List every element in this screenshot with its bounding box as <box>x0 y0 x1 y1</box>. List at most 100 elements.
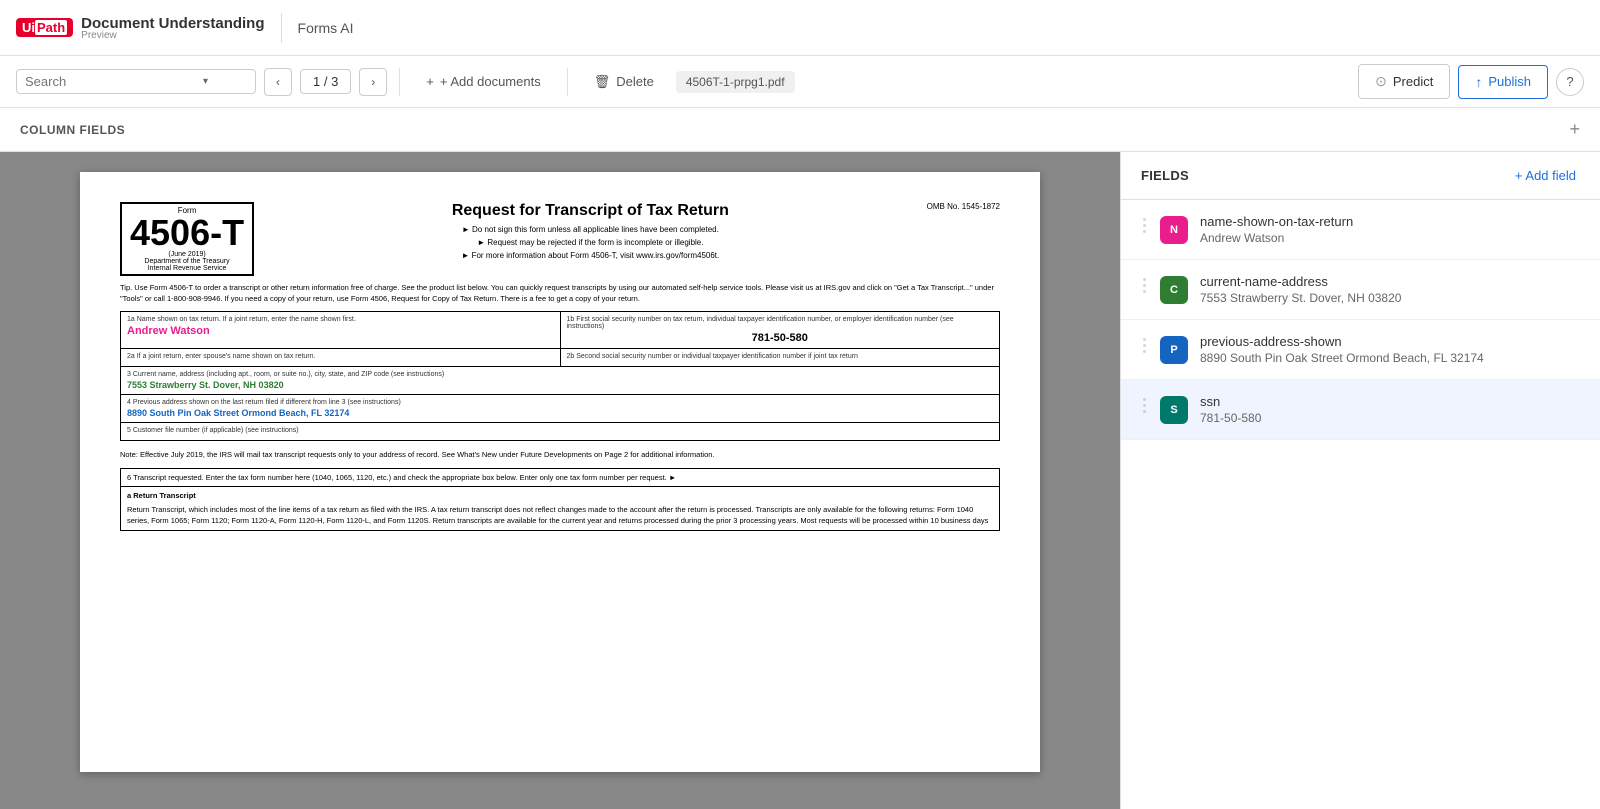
field-badge-prev-address: P <box>1160 336 1188 364</box>
add-field-label: + Add field <box>1515 168 1576 183</box>
field-address-label: current-name-address <box>1200 274 1580 289</box>
field-2b-label: 2b Second social security number or indi… <box>567 353 994 360</box>
drag-dot <box>1143 410 1146 413</box>
field-1a-label: 1a Name shown on tax return. If a joint … <box>127 316 554 323</box>
delete-label: Delete <box>616 74 654 89</box>
help-button[interactable]: ? <box>1556 68 1584 96</box>
field-name-value: Andrew Watson <box>1200 231 1580 245</box>
delete-icon: 🗑 <box>594 74 611 90</box>
field-item-ssn[interactable]: S ssn 781-50-580 <box>1121 380 1600 440</box>
field-item-name[interactable]: N name-shown-on-tax-return Andrew Watson <box>1121 200 1600 260</box>
field-prev-address-label: previous-address-shown <box>1200 334 1580 349</box>
inst3: ► For more information about Form 4506-T… <box>270 250 911 263</box>
drag-dot <box>1143 338 1146 341</box>
form-title: Request for Transcript of Tax Return <box>270 202 911 220</box>
field-badge-address: C <box>1160 276 1188 304</box>
field-5-wrapper: 5 Customer file number (if applicable) (… <box>120 422 1000 441</box>
separator-2 <box>567 68 568 96</box>
field-address-value: 7553 Strawberry St. Dover, NH 03820 <box>1200 291 1580 305</box>
field-info-ssn: ssn 781-50-580 <box>1200 394 1580 425</box>
add-documents-button[interactable]: + + Add documents <box>412 68 554 95</box>
add-docs-label: + Add documents <box>440 74 541 89</box>
logo-path-text: Path <box>35 20 67 35</box>
publish-icon: ↑ <box>1475 74 1482 90</box>
drag-dot <box>1143 290 1146 293</box>
column-fields-bar: COLUMN FIELDS + <box>0 108 1600 152</box>
column-fields-label: COLUMN FIELDS <box>20 123 125 137</box>
field-ssn-label: ssn <box>1200 394 1580 409</box>
drag-handle-ssn[interactable] <box>1141 394 1148 417</box>
panel-title: FIELDS <box>1141 168 1189 183</box>
field-5-label: 5 Customer file number (if applicable) (… <box>127 427 993 434</box>
add-docs-icon: + <box>426 74 434 89</box>
help-icon: ? <box>1566 74 1573 89</box>
search-container[interactable]: ▾ <box>16 69 256 94</box>
form-number-box: Form 4506-T (June 2019) Department of th… <box>120 202 254 276</box>
field-6a-wrapper: a Return Transcript Return Transcript, w… <box>120 487 1000 532</box>
form-instructions: ► Do not sign this form unless all appli… <box>270 224 911 262</box>
form-agency1: Department of the Treasury <box>130 258 244 265</box>
prev-page-button[interactable]: ‹ <box>264 68 292 96</box>
drag-handle-name[interactable] <box>1141 214 1148 237</box>
page-indicator: 1 / 3 <box>300 69 351 94</box>
field-info-address: current-name-address 7553 Strawberry St.… <box>1200 274 1580 305</box>
publish-button[interactable]: ↑ Publish <box>1458 65 1548 99</box>
field-6-label: 6 Transcript requested. Enter the tax fo… <box>127 473 993 482</box>
field-2a-label: 2a If a joint return, enter spouse's nam… <box>127 353 554 360</box>
field-4-label: 4 Previous address shown on the last ret… <box>127 399 993 406</box>
field-name-label: name-shown-on-tax-return <box>1200 214 1580 229</box>
field-prev-address-value: 8890 South Pin Oak Street Ormond Beach, … <box>1200 351 1580 365</box>
predict-button[interactable]: ⊙ Predict <box>1358 64 1450 99</box>
field-1a-value: Andrew Watson <box>127 325 554 337</box>
field-6-section: 6 Transcript requested. Enter the tax fo… <box>120 468 1000 487</box>
drag-handle-prev-address[interactable] <box>1141 334 1148 357</box>
field-item-prev-address[interactable]: P previous-address-shown 8890 South Pin … <box>1121 320 1600 380</box>
form-omb: OMB No. 1545-1872 <box>927 202 1000 211</box>
field-badge-ssn: S <box>1160 396 1188 424</box>
drag-handle-address[interactable] <box>1141 274 1148 297</box>
next-page-button[interactable]: › <box>359 68 387 96</box>
section-label: Forms AI <box>298 20 354 36</box>
field-2a: 2a If a joint return, enter spouse's nam… <box>121 349 561 366</box>
search-input[interactable] <box>25 74 195 89</box>
field-ssn-value: 781-50-580 <box>1200 411 1580 425</box>
field-item-address[interactable]: C current-name-address 7553 Strawberry S… <box>1121 260 1600 320</box>
field-info-name: name-shown-on-tax-return Andrew Watson <box>1200 214 1580 245</box>
filename-tag: 4506T-1-prpg1.pdf <box>676 71 795 93</box>
product-name-area: Document Understanding Preview <box>81 15 264 41</box>
logo-ui-text: Ui <box>22 20 35 35</box>
header-divider <box>281 13 282 43</box>
field-1a: 1a Name shown on tax return. If a joint … <box>121 312 561 348</box>
search-dropdown-icon[interactable]: ▾ <box>203 76 208 87</box>
field-6a-label: a Return Transcript <box>127 491 993 500</box>
drag-dot <box>1143 224 1146 227</box>
document-area: Form 4506-T (June 2019) Department of th… <box>0 152 1120 809</box>
field-1b-value: 781-50-580 <box>567 332 994 344</box>
separator-1 <box>399 68 400 96</box>
inst1: ► Do not sign this form unless all appli… <box>270 224 911 237</box>
field-4-wrapper: 4 Previous address shown on the last ret… <box>120 394 1000 422</box>
field-1b: 1b First social security number on tax r… <box>561 312 1000 348</box>
field-4-value: 8890 South Pin Oak Street Ormond Beach, … <box>127 408 993 418</box>
drag-dot <box>1143 398 1146 401</box>
field-3-value: 7553 Strawberry St. Dover, NH 03820 <box>127 380 993 390</box>
form-title-area: Request for Transcript of Tax Return ► D… <box>270 202 911 262</box>
field-row-1: 1a Name shown on tax return. If a joint … <box>120 311 1000 348</box>
field-2b: 2b Second social security number or indi… <box>561 349 1000 366</box>
add-field-button[interactable]: + Add field <box>1511 164 1580 187</box>
drag-dot <box>1143 350 1146 353</box>
drag-dot <box>1143 218 1146 221</box>
drag-dot <box>1143 344 1146 347</box>
logo-box: Ui Path <box>16 18 73 37</box>
delete-button[interactable]: 🗑 Delete <box>580 68 668 96</box>
main-content: Form 4506-T (June 2019) Department of th… <box>0 152 1600 809</box>
product-name: Document Understanding <box>81 15 264 32</box>
note-text: Note: Effective July 2019, the IRS will … <box>120 449 1000 460</box>
column-fields-add-button[interactable]: + <box>1569 119 1580 140</box>
form-agency2: Internal Revenue Service <box>130 265 244 272</box>
toolbar: ▾ ‹ 1 / 3 › + + Add documents 🗑 Delete 4… <box>0 56 1600 108</box>
field-info-prev-address: previous-address-shown 8890 South Pin Oa… <box>1200 334 1580 365</box>
form-number: 4506-T <box>130 215 244 251</box>
publish-label: Publish <box>1488 74 1531 89</box>
predict-label: Predict <box>1393 74 1433 89</box>
